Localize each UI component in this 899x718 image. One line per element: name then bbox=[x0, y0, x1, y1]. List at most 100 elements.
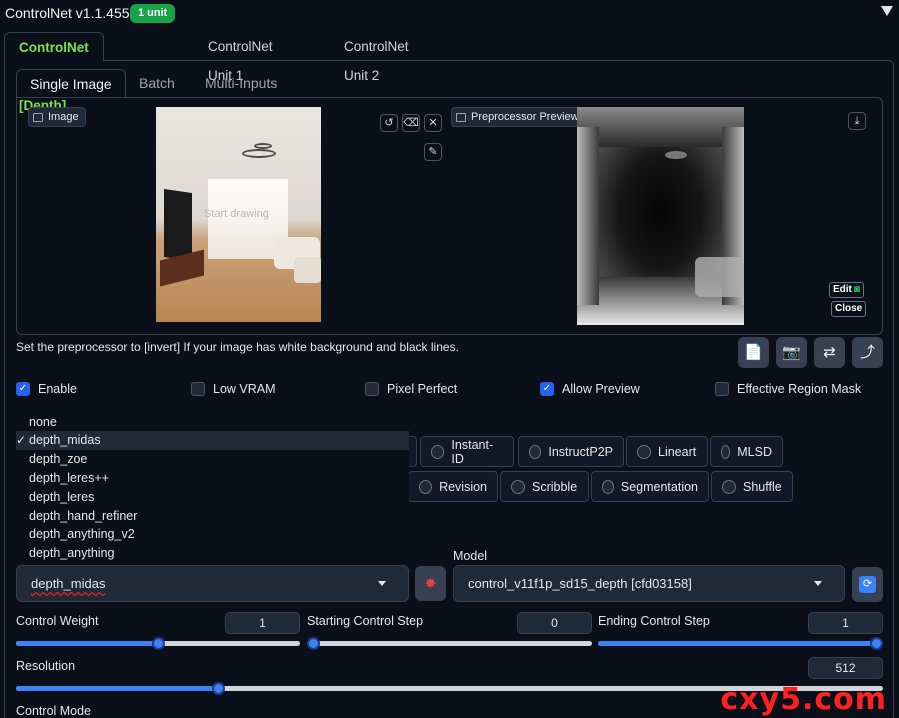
tab-single-image[interactable]: Single Image bbox=[16, 69, 126, 98]
refresh-icon: ⟳ bbox=[859, 576, 876, 593]
extension-title: ControlNet v1.1.455 bbox=[5, 5, 130, 21]
preprocessor-option[interactable]: none bbox=[16, 413, 409, 432]
control-type-lineart[interactable]: Lineart bbox=[626, 436, 708, 467]
pixel-perfect-label: Pixel Perfect bbox=[387, 382, 458, 396]
radio-icon[interactable] bbox=[721, 444, 731, 459]
undo-icon[interactable]: ↺ bbox=[380, 114, 398, 132]
effective-region-mask-label: Effective Region Mask bbox=[737, 382, 862, 396]
control-type-label: Instant-ID bbox=[451, 437, 494, 466]
control-type-shuffle[interactable]: Shuffle bbox=[711, 471, 793, 502]
control-type-label: MLSD bbox=[737, 444, 772, 459]
control-type-instructp2p[interactable]: InstructP2P bbox=[518, 436, 624, 467]
control-type-label: Segmentation bbox=[620, 479, 698, 494]
brush-icon[interactable]: ✎ bbox=[424, 143, 442, 161]
run-preprocessor-button[interactable]: ✸ bbox=[415, 566, 446, 601]
close-icon[interactable]: ✕ bbox=[424, 114, 442, 132]
send-dimensions-icon[interactable]: ⤴ bbox=[852, 337, 883, 368]
close-button[interactable]: Close bbox=[831, 301, 867, 317]
preprocessor-option-selected[interactable]: ✓ depth_midas bbox=[16, 431, 409, 450]
checkbox-checked-icon[interactable]: ✓ bbox=[16, 382, 30, 396]
radio-icon[interactable] bbox=[511, 479, 525, 494]
download-icon[interactable]: ⤓ bbox=[848, 112, 866, 130]
low-vram-checkbox[interactable]: Low VRAM bbox=[191, 382, 276, 396]
watermark-logo: cxy5.com bbox=[720, 682, 887, 717]
checkbox-checked-icon[interactable]: ✓ bbox=[540, 382, 554, 396]
slider-thumb[interactable] bbox=[307, 637, 320, 650]
model-select-value: control_v11f1p_sd15_depth [cfd03158] bbox=[468, 576, 692, 591]
eraser-icon[interactable]: ⌫ bbox=[402, 114, 420, 132]
checkbox-icon[interactable] bbox=[715, 382, 729, 396]
radio-icon[interactable] bbox=[529, 444, 542, 459]
model-select[interactable]: control_v11f1p_sd15_depth [cfd03158] bbox=[453, 565, 845, 602]
webcam-icon[interactable]: 📷 bbox=[776, 337, 807, 368]
starting-step-label: Starting Control Step bbox=[307, 614, 424, 628]
control-type-mlsd[interactable]: MLSD bbox=[710, 436, 783, 467]
control-type-revision[interactable]: Revision bbox=[408, 471, 498, 502]
control-type-partial[interactable] bbox=[408, 436, 417, 467]
starting-step-input[interactable]: 0 bbox=[517, 612, 592, 634]
allow-preview-checkbox[interactable]: ✓ Allow Preview bbox=[540, 382, 640, 396]
image-label-text: Image bbox=[48, 111, 79, 123]
control-weight-label: Control Weight bbox=[16, 614, 99, 628]
tab-unit-1[interactable]: ControlNet Unit 1 bbox=[194, 32, 287, 83]
radio-icon[interactable] bbox=[419, 479, 433, 494]
control-type-scribble[interactable]: Scribble bbox=[500, 471, 589, 502]
radio-icon[interactable] bbox=[431, 444, 445, 459]
ending-step-slider[interactable] bbox=[598, 637, 883, 650]
preprocessor-option[interactable]: depth_leres bbox=[16, 488, 409, 507]
slider-fill bbox=[16, 686, 219, 691]
controlnet-header[interactable]: ControlNet v1.1.455 1 unit bbox=[0, 0, 899, 28]
effective-region-mask-checkbox[interactable]: Effective Region Mask bbox=[715, 382, 861, 396]
unit-count-badge: 1 unit bbox=[130, 4, 176, 23]
slider-thumb[interactable] bbox=[870, 637, 883, 650]
new-canvas-icon[interactable]: 📄 bbox=[738, 337, 769, 368]
chevron-down-icon bbox=[814, 581, 822, 586]
edit-button[interactable]: Edit ◙ bbox=[829, 282, 864, 298]
preprocessor-preview-image bbox=[577, 107, 744, 325]
control-type-label: Shuffle bbox=[743, 479, 782, 494]
radio-icon[interactable] bbox=[722, 479, 736, 494]
radio-icon[interactable] bbox=[637, 444, 651, 459]
checkbox-icon[interactable] bbox=[365, 382, 379, 396]
control-type-label: Revision bbox=[439, 479, 487, 494]
preprocessor-option[interactable]: depth_anything bbox=[16, 544, 409, 563]
swap-icon[interactable]: ⇄ bbox=[814, 337, 845, 368]
slider-thumb[interactable] bbox=[152, 637, 165, 650]
resolution-input[interactable]: 512 bbox=[808, 657, 883, 679]
slider-thumb[interactable] bbox=[212, 682, 225, 695]
invert-hint: Set the preprocessor to [invert] If your… bbox=[16, 340, 459, 354]
radio-icon[interactable] bbox=[602, 479, 614, 494]
pixel-perfect-checkbox[interactable]: Pixel Perfect bbox=[365, 382, 457, 396]
collapse-triangle-icon[interactable] bbox=[881, 6, 893, 16]
input-image-canvas[interactable]: Start drawing bbox=[156, 107, 321, 322]
tab-batch[interactable]: Batch bbox=[126, 69, 188, 98]
refresh-models-button[interactable]: ⟳ bbox=[852, 567, 883, 602]
preview-label-text: Preprocessor Preview bbox=[471, 111, 579, 123]
preprocessor-select[interactable]: depth_midas bbox=[16, 565, 409, 602]
preprocessor-dropdown-list[interactable]: none ✓ depth_midas depth_zoe depth_leres… bbox=[16, 413, 409, 564]
starting-step-slider[interactable] bbox=[307, 637, 592, 650]
control-type-label: Lineart bbox=[658, 444, 697, 459]
preprocessor-option[interactable]: depth_anything_v2 bbox=[16, 525, 409, 544]
tab-unit-0[interactable]: ControlNet Unit 0 [Depth] bbox=[4, 32, 104, 113]
preprocessor-select-value: depth_midas bbox=[31, 576, 106, 591]
control-weight-slider[interactable] bbox=[16, 637, 300, 650]
preprocessor-option[interactable]: depth_zoe bbox=[16, 450, 409, 469]
preprocessor-option[interactable]: depth_hand_refiner bbox=[16, 507, 409, 526]
tab-unit-2[interactable]: ControlNet Unit 2 bbox=[330, 32, 423, 83]
low-vram-label: Low VRAM bbox=[213, 382, 276, 396]
model-label: Model bbox=[453, 549, 488, 563]
start-drawing-hint: Start drawing bbox=[204, 208, 269, 220]
tab-multi-inputs[interactable]: Multi-Inputs bbox=[192, 69, 290, 98]
image-icon bbox=[33, 112, 43, 122]
enable-checkbox[interactable]: ✓ Enable bbox=[16, 382, 77, 396]
slider-fill bbox=[598, 641, 877, 646]
control-type-segmentation[interactable]: Segmentation bbox=[591, 471, 709, 502]
ending-step-input[interactable]: 1 bbox=[808, 612, 883, 634]
checkbox-icon[interactable] bbox=[191, 382, 205, 396]
control-type-instant-id[interactable]: Instant-ID bbox=[420, 436, 514, 467]
image-area bbox=[16, 97, 883, 335]
control-weight-input[interactable]: 1 bbox=[225, 612, 300, 634]
preprocessor-option[interactable]: depth_leres++ bbox=[16, 469, 409, 488]
slider-fill bbox=[16, 641, 159, 646]
